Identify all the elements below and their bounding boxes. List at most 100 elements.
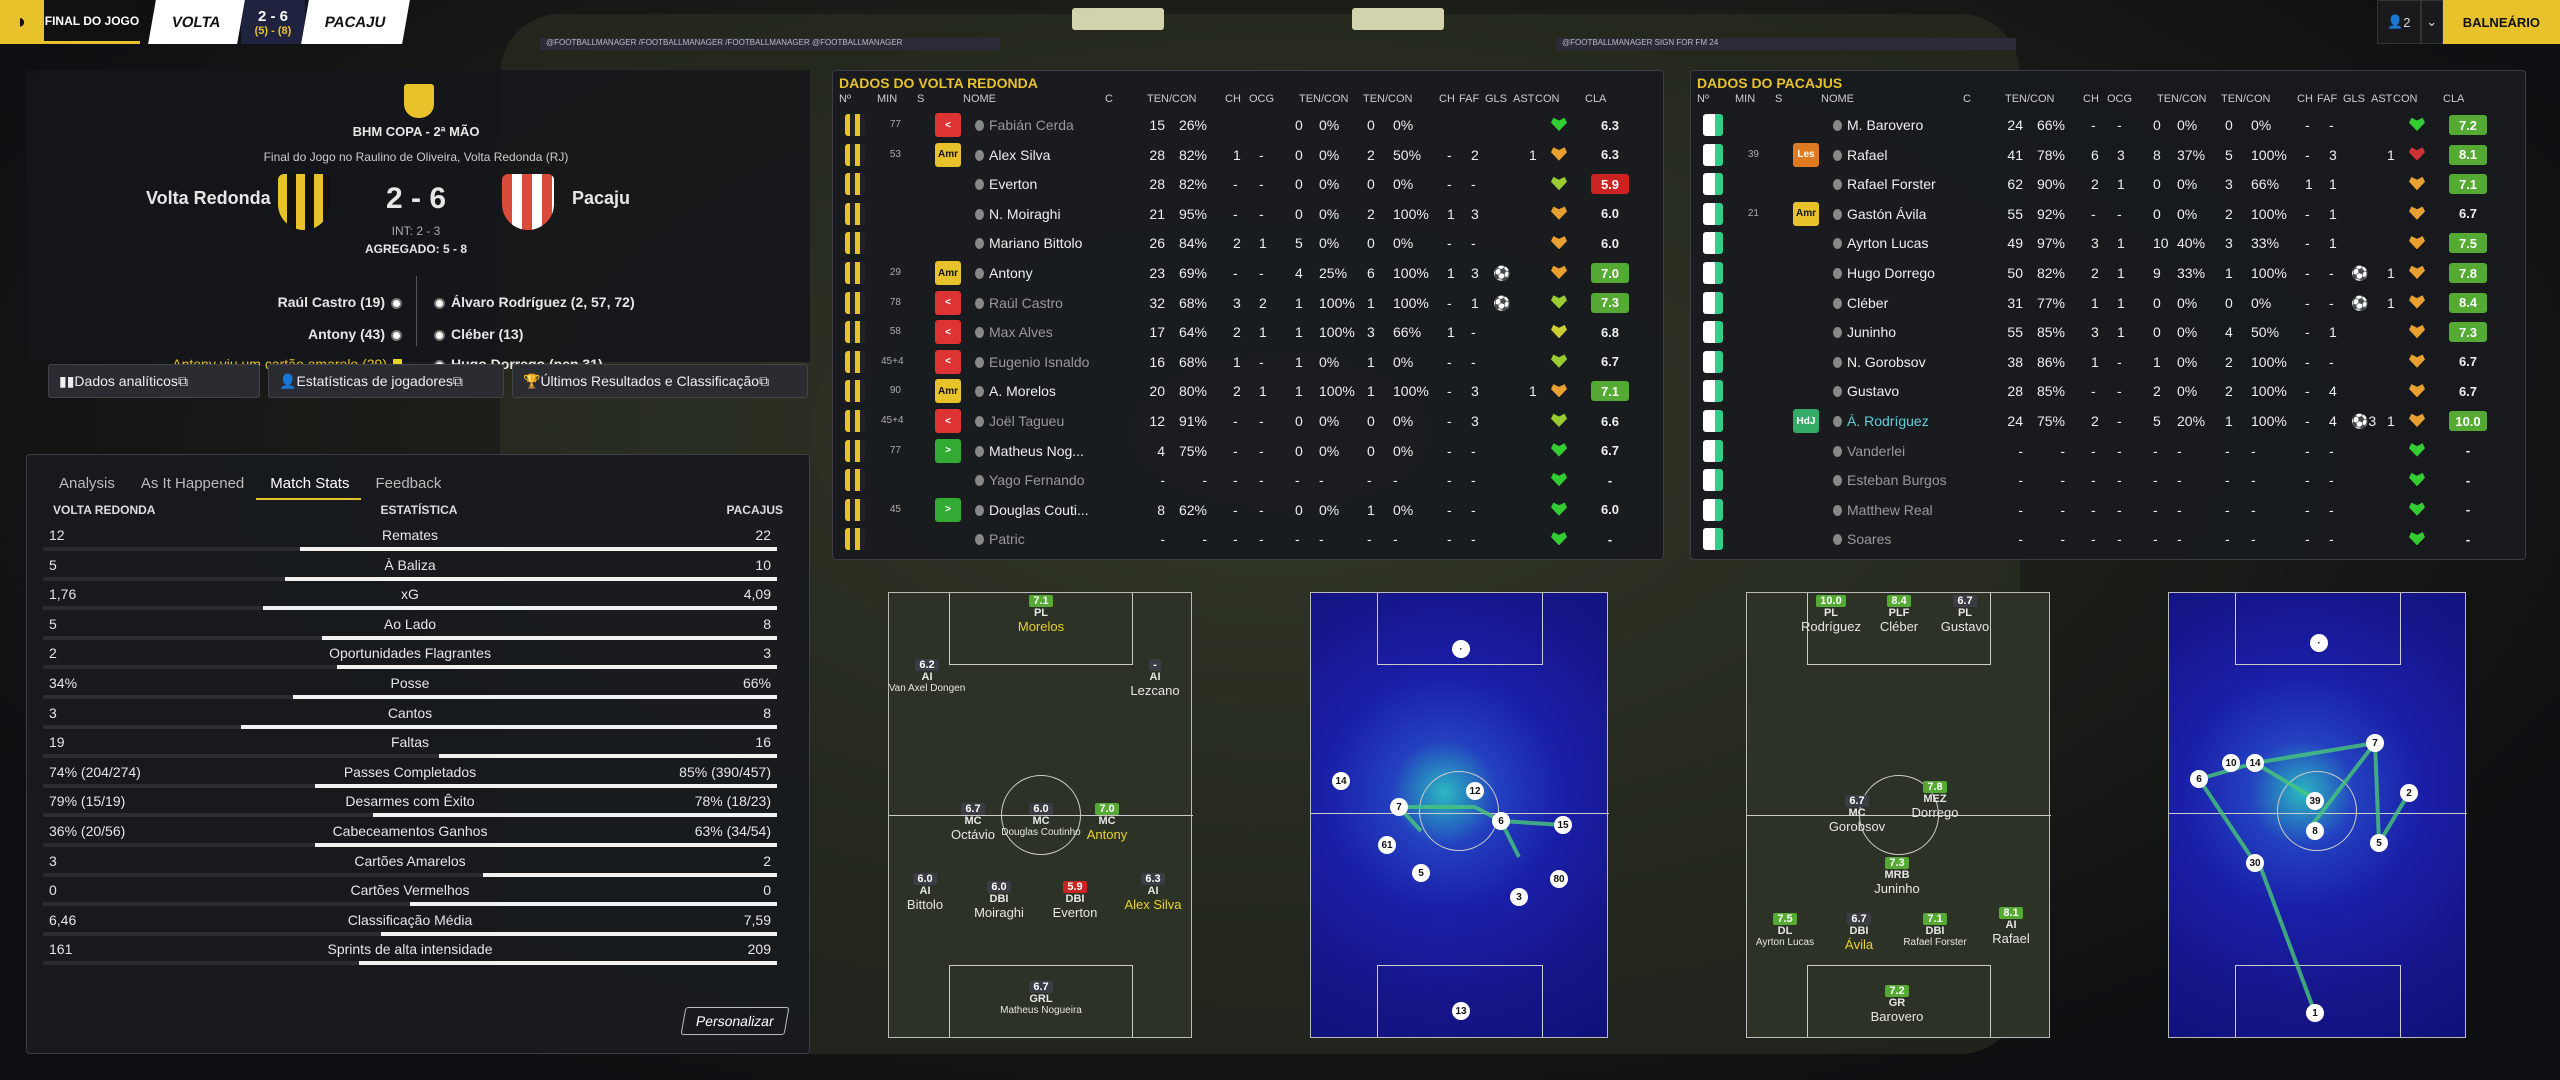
player-row[interactable]: 29 Amr Antony 23 69% - - 4 25% 6 100% 1 3 ⚽ 7.0 [839, 259, 1659, 288]
formation-player[interactable]: 6.3 AI Alex Silva [1103, 871, 1203, 912]
player-row[interactable]: Soares - - - - - - - - - - - [1697, 525, 2517, 554]
column-header[interactable]: TEN/CON [1147, 93, 1197, 105]
column-header[interactable]: Nº [839, 93, 851, 105]
player-name[interactable]: Joël Tagueu [989, 413, 1064, 429]
player-row[interactable]: Matthew Real - - - - - - - - - - - [1697, 496, 2517, 525]
player-name[interactable]: Ayrton Lucas [1847, 235, 1928, 251]
player-row[interactable]: 90 Amr A. Morelos 20 80% 2 1 1 100% 1 100% - 3 1 7.1 [839, 377, 1659, 406]
player-row[interactable]: Esteban Burgos - - - - - - - - - - - [1697, 466, 2517, 495]
pass-node[interactable]: 13 [1452, 1002, 1470, 1020]
formation-player[interactable]: 7.8 MEZ Dorrego [1885, 779, 1985, 820]
player-row[interactable]: 21 Amr Gastón Ávila 55 92% - - 0 0% 2 100% - 1 6.7 [1697, 200, 2517, 229]
column-header[interactable]: Nº [1697, 93, 1709, 105]
pass-node[interactable]: 10 [2222, 754, 2240, 772]
formation-player[interactable]: - AI Lezcano [1105, 657, 1205, 698]
player-row[interactable]: 45 > Douglas Couti... 8 62% - - 0 0% 1 0% - - 6.0 [839, 496, 1659, 525]
pass-node[interactable]: 14 [2246, 754, 2264, 772]
column-header[interactable]: CON [2393, 93, 2417, 105]
player-name[interactable]: Matheus Nog... [989, 443, 1084, 459]
column-header[interactable]: CH [1439, 93, 1455, 105]
pass-node[interactable]: 80 [1550, 870, 1568, 888]
column-header[interactable]: TEN/CON [1363, 93, 1413, 105]
player-name[interactable]: N. Gorobsov [1847, 354, 1926, 370]
player-row[interactable]: 77 > Matheus Nog... 4 75% - - 0 0% 0 0% - - 6.7 [839, 437, 1659, 466]
tab-as-it-happened[interactable]: As It Happened [127, 469, 256, 500]
pass-node[interactable]: 30 [2246, 854, 2264, 872]
player-name[interactable]: Fabián Cerda [989, 117, 1074, 133]
formation-player[interactable]: 6.2 AI Van Axel Dongen [877, 657, 977, 694]
player-name[interactable]: Raúl Castro [989, 295, 1063, 311]
player-name[interactable]: Alex Silva [989, 147, 1050, 163]
player-row[interactable]: N. Moiraghi 21 95% - - 0 0% 2 100% 1 3 6.0 [839, 200, 1659, 229]
player-name[interactable]: Juninho [1847, 324, 1896, 340]
player-name[interactable]: Max Alves [989, 324, 1053, 340]
player-stats-button[interactable]: 👤 Estatísticas de jogadores ⧉ [268, 364, 504, 398]
player-name[interactable]: M. Barovero [1847, 117, 1923, 133]
player-row[interactable]: Cléber 31 77% 1 1 0 0% 0 0% - - ⚽ 1 8.4 [1697, 289, 2517, 318]
column-header[interactable]: C [1105, 93, 1113, 105]
player-row[interactable]: 77 < Fabián Cerda 15 26% 0 0% 0 0% 6.3 [839, 111, 1659, 140]
chevron-down-icon[interactable]: ⌄ [2420, 0, 2443, 44]
player-row[interactable]: M. Barovero 24 66% - - 0 0% 0 0% - - 7.2 [1697, 111, 2517, 140]
player-row[interactable]: Mariano Bittolo 26 84% 2 1 5 0% 0 0% - - 6.0 [839, 229, 1659, 258]
locker-room-button[interactable]: BALNEÁRIO [2442, 0, 2560, 44]
column-header[interactable]: TEN/CON [2157, 93, 2207, 105]
column-header[interactable]: CLA [2443, 93, 2464, 105]
player-name[interactable]: Á. Rodríguez [1847, 413, 1929, 429]
player-name[interactable]: Douglas Couti... [989, 502, 1089, 518]
pass-node[interactable]: 7 [1390, 798, 1408, 816]
player-row[interactable]: Vanderlei - - - - - - - - - - - [1697, 437, 2517, 466]
player-row[interactable]: N. Gorobsov 38 86% 1 - 1 0% 2 100% - - 6.7 [1697, 348, 2517, 377]
formation-player[interactable]: 6.7 GRL Matheus Nogueira [991, 979, 1091, 1016]
player-name[interactable]: Patric [989, 531, 1025, 547]
column-header[interactable]: CH [2297, 93, 2313, 105]
column-header[interactable]: NOME [963, 93, 996, 105]
player-row[interactable]: Hugo Dorrego 50 82% 2 1 9 33% 1 100% - - ⚽ 1 7.8 [1697, 259, 2517, 288]
column-header[interactable]: S [1775, 93, 1782, 105]
tab-analysis[interactable]: Analysis [45, 469, 127, 500]
results-standings-button[interactable]: 🏆 Últimos Resultados e Classificação ⧉ [512, 364, 808, 398]
pass-node[interactable]: · [2310, 634, 2328, 652]
home-team-tab[interactable]: VOLTA [148, 0, 245, 44]
player-row[interactable]: HdJ Á. Rodríguez 24 75% 2 - 5 20% 1 100% - 4 ⚽3 1 10.0 [1697, 407, 2517, 436]
analytics-button[interactable]: ▮▮ Dados analíticos ⧉ [48, 364, 260, 398]
column-header[interactable]: OCG [2107, 93, 2132, 105]
player-name[interactable]: Eugenio Isnaldo [989, 354, 1089, 370]
pass-node[interactable]: 61 [1378, 836, 1396, 854]
player-name[interactable]: N. Moiraghi [989, 206, 1061, 222]
player-name[interactable]: Gastón Ávila [1847, 206, 1926, 222]
player-row[interactable]: Everton 28 82% - - 0 0% 0 0% - - 5.9 [839, 170, 1659, 199]
formation-player[interactable]: 7.1 PL Morelos [991, 593, 1091, 634]
player-name[interactable]: Cléber [1847, 295, 1888, 311]
column-header[interactable]: AST [2371, 93, 2392, 105]
player-row[interactable]: Juninho 55 85% 3 1 0 0% 4 50% - 1 7.3 [1697, 318, 2517, 347]
pass-node[interactable]: 6 [1492, 812, 1510, 830]
player-row[interactable]: 58 < Max Alves 17 64% 2 1 1 100% 3 66% 1-6.8 [839, 318, 1659, 347]
player-name[interactable]: Hugo Dorrego [1847, 265, 1935, 281]
player-row[interactable]: Yago Fernando - - - - - - - - - - - [839, 466, 1659, 495]
column-header[interactable]: TEN/CON [2221, 93, 2271, 105]
player-row[interactable]: 39 Les Rafael 41 78% 6 3 8 37% 5 100% - 3 1 8.1 [1697, 141, 2517, 170]
column-header[interactable]: CH [2083, 93, 2099, 105]
column-header[interactable]: MIN [1735, 93, 1755, 105]
column-header[interactable]: TEN/CON [2005, 93, 2055, 105]
customize-button[interactable]: Personalizar [680, 1007, 790, 1035]
pass-node[interactable]: 5 [1412, 864, 1430, 882]
pass-node[interactable]: 12 [1466, 782, 1484, 800]
player-row[interactable]: Ayrton Lucas 49 97% 3 1 10 40% 3 33% - 1 7.5 [1697, 229, 2517, 258]
people-count-button[interactable]: 👤 2 [2376, 0, 2421, 44]
pass-node[interactable]: · [1452, 640, 1470, 658]
column-header[interactable]: S [917, 93, 924, 105]
column-header[interactable]: MIN [877, 93, 897, 105]
player-name[interactable]: A. Morelos [989, 383, 1056, 399]
player-name[interactable]: Everton [989, 176, 1037, 192]
pass-node[interactable]: 7 [2366, 734, 2384, 752]
player-name[interactable]: Yago Fernando [989, 472, 1084, 488]
pass-node[interactable]: 8 [2306, 822, 2324, 840]
pass-node[interactable]: 3 [1510, 888, 1528, 906]
player-row[interactable]: Patric - - - - - - - - - - - [839, 525, 1659, 554]
column-header[interactable]: AST [1513, 93, 1534, 105]
pass-node[interactable]: 15 [1554, 816, 1572, 834]
away-team-name[interactable]: Pacaju [572, 188, 630, 209]
column-header[interactable]: FAF [2317, 93, 2337, 105]
